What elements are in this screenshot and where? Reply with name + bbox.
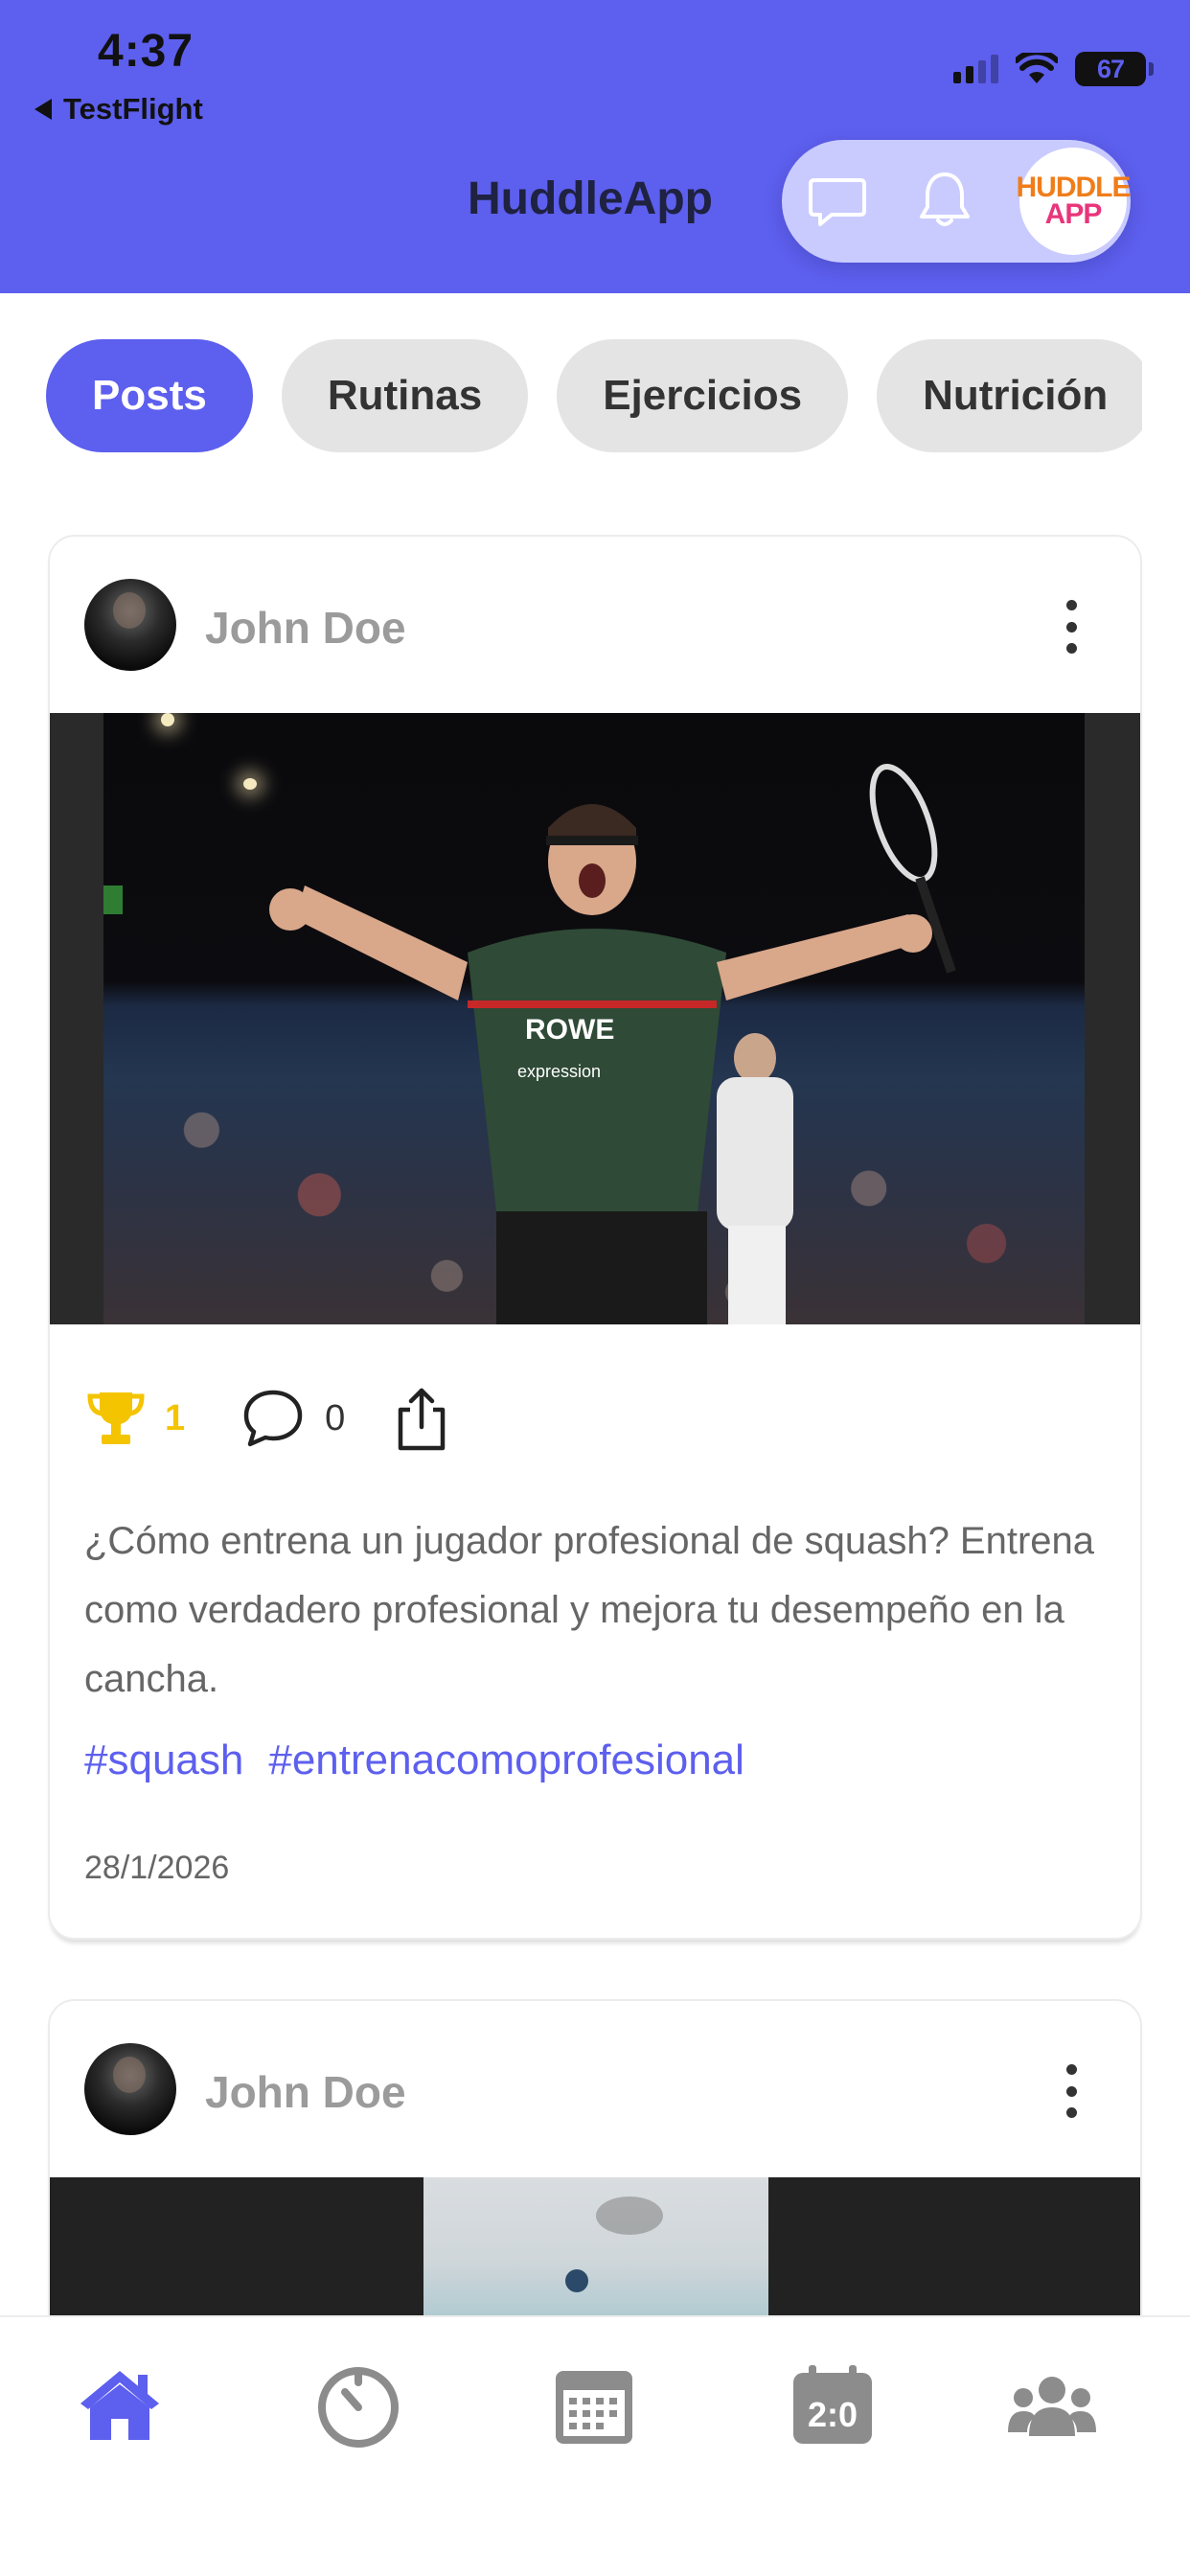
post-header: John Doe <box>50 2001 1140 2177</box>
post-date: 28/1/2026 <box>84 1850 230 1886</box>
bottom-navigation: 2:0 <box>0 2315 1190 2576</box>
squash-player-photo: ROWE expression <box>103 713 1085 1324</box>
home-icon[interactable] <box>77 2367 163 2444</box>
back-arrow-icon <box>34 99 52 120</box>
calendar-icon[interactable] <box>554 2367 634 2446</box>
battery-icon: 67 <box>1075 52 1154 86</box>
hashtag-link[interactable]: #squash <box>84 1736 243 1784</box>
team-icon[interactable] <box>1008 2373 1096 2440</box>
svg-text:ROWE: ROWE <box>525 1014 614 1046</box>
chat-bubble-icon[interactable] <box>807 171 868 232</box>
svg-text:2:0: 2:0 <box>808 2395 858 2434</box>
bell-icon[interactable] <box>914 169 975 232</box>
back-label: TestFlight <box>63 92 203 126</box>
post-tags: #squash #entrenacomoprofesional <box>84 1736 744 1784</box>
comment-count: 0 <box>325 1397 346 1438</box>
author-avatar[interactable] <box>84 2043 176 2135</box>
tab-ejercicios[interactable]: Ejercicios <box>557 339 849 452</box>
post-body: ¿Cómo entrena un jugador profesional de … <box>84 1520 1095 1700</box>
gym-photo <box>423 2177 768 2331</box>
post-actions: 1 0 <box>84 1384 450 1453</box>
cellular-signal-icon <box>953 55 998 83</box>
post-header: John Doe <box>50 537 1140 713</box>
logo-text-app: APP <box>1044 198 1103 230</box>
header-actions: HUDDLE APP <box>782 140 1132 263</box>
like-count: 1 <box>165 1397 186 1438</box>
author-name[interactable]: John Doe <box>205 602 406 654</box>
status-indicators: 67 <box>953 52 1154 86</box>
logo-text-huddle: HUDDLE <box>1016 171 1132 203</box>
scoreboard-icon[interactable]: 2:0 <box>791 2363 874 2446</box>
battery-level: 67 <box>1096 54 1125 83</box>
post-image[interactable]: ROWE expression <box>50 713 1140 1324</box>
timer-icon[interactable] <box>314 2361 402 2450</box>
category-tabs: Posts Rutinas Ejercicios Nutrición <box>46 339 1142 454</box>
svg-text:expression: expression <box>517 1062 601 1081</box>
author-name[interactable]: John Doe <box>205 2066 406 2118</box>
share-icon[interactable] <box>393 1385 450 1452</box>
wifi-icon <box>1016 53 1058 83</box>
back-to-testflight[interactable]: TestFlight <box>34 92 203 126</box>
tab-nutricion[interactable]: Nutrición <box>877 339 1142 452</box>
hashtag-link[interactable]: #entrenacomoprofesional <box>268 1736 744 1784</box>
app-header: 4:37 TestFlight 67 HuddleApp HUDDLE APP <box>0 0 1190 293</box>
author-avatar[interactable] <box>84 579 176 671</box>
status-time: 4:37 <box>98 26 195 77</box>
post-image[interactable] <box>50 2177 1140 2331</box>
tab-posts[interactable]: Posts <box>46 339 253 452</box>
post-card: John Doe <box>48 535 1142 1940</box>
comment-icon[interactable] <box>240 1387 306 1450</box>
trophy-icon[interactable] <box>84 1387 148 1450</box>
app-screen: 4:37 TestFlight 67 HuddleApp HUDDLE APP … <box>0 0 1190 2576</box>
app-title: HuddleApp <box>468 173 713 224</box>
more-options-icon[interactable] <box>1062 600 1081 654</box>
tab-rutinas[interactable]: Rutinas <box>281 339 529 452</box>
more-options-icon[interactable] <box>1062 2064 1081 2118</box>
app-logo-avatar[interactable]: HUDDLE APP <box>1017 148 1132 255</box>
